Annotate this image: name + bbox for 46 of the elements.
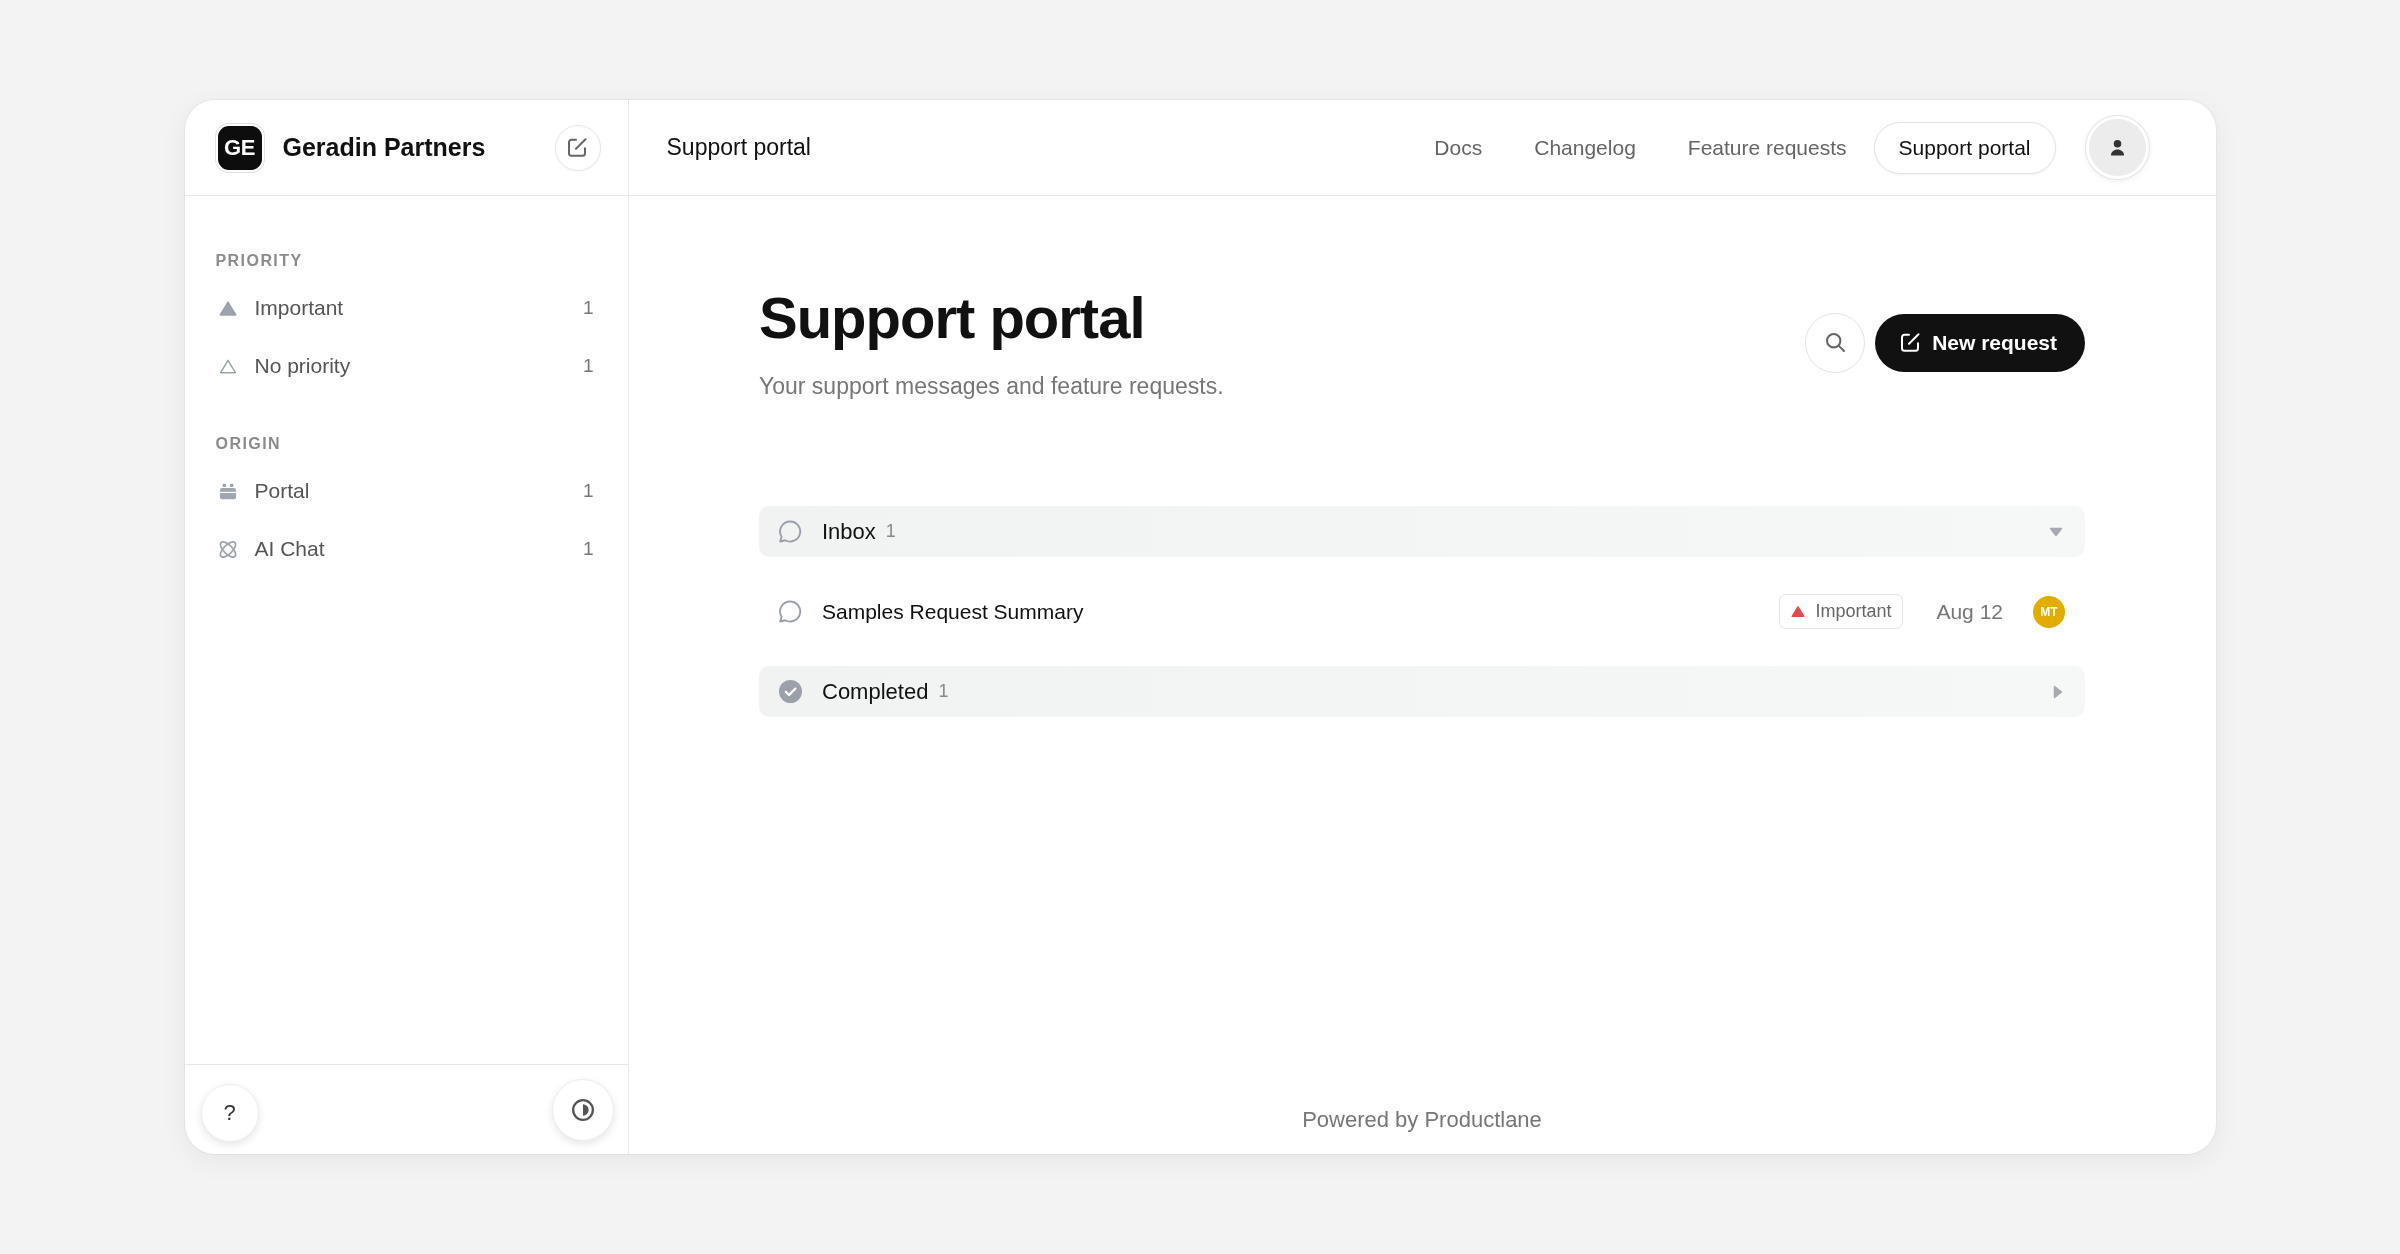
section-heading: PRIORITY (214, 251, 303, 271)
edit-icon (1901, 333, 1921, 352)
group-title: Completed (822, 678, 929, 705)
nav-tab[interactable]: Docs (1409, 121, 1508, 174)
request-title[interactable]: Samples Request Summary (822, 599, 1084, 624)
item-count: 1 (582, 480, 594, 502)
triangle-icon (218, 299, 237, 317)
search-icon (1825, 333, 1845, 352)
nav-tab[interactable]: Feature requests (1662, 121, 1872, 174)
item-count: 1 (582, 355, 594, 377)
group-header[interactable]: Completed 1 (759, 666, 2085, 717)
item-count: 1 (582, 297, 594, 319)
group-title: Inbox (822, 518, 876, 545)
sidebar-item[interactable]: Important 1 (206, 285, 606, 331)
workspace-logo: GE (217, 125, 262, 170)
page-title: Support portal (759, 284, 1145, 352)
powered-by-text: Powered by Productlane (1302, 1107, 1542, 1133)
nav-tab[interactable]: Changelog (1509, 121, 1661, 174)
sidebar-item[interactable]: No priority 1 (206, 343, 606, 389)
triangle-outline-icon (218, 357, 237, 375)
user-avatar-button[interactable] (2085, 116, 2149, 179)
group-count: 1 (885, 521, 896, 542)
chat-bubble-icon (779, 600, 802, 623)
atom-icon (218, 540, 237, 558)
check-circle-icon (779, 680, 802, 703)
edit-icon (568, 138, 587, 157)
assignee-avatar: MT (2033, 595, 2065, 628)
topbar-title: Support portal (666, 134, 811, 161)
request-date: Aug 12 (1936, 599, 2003, 624)
nav-tab[interactable]: Support portal (1873, 121, 2056, 174)
chat-bubble-icon (779, 520, 802, 543)
priority-label: Important (1815, 601, 1892, 622)
sidebar-item[interactable]: Portal 1 (206, 468, 606, 514)
item-count: 1 (582, 538, 594, 560)
group-header[interactable]: Inbox 1 (759, 506, 2085, 557)
person-icon (2109, 139, 2125, 156)
contrast-icon (571, 1098, 594, 1121)
help-button[interactable]: ? (200, 1083, 259, 1142)
box-icon (218, 482, 237, 500)
workspace-name: Geradin Partners (282, 133, 486, 162)
sidebar-item[interactable]: AI Chat 1 (206, 526, 606, 572)
page-subtitle: Your support messages and feature requests. (759, 372, 1224, 401)
group-count: 1 (938, 681, 949, 702)
new-request-button[interactable]: New request (1875, 313, 2085, 372)
section-heading: ORIGIN (214, 434, 282, 454)
triangle-icon (1791, 605, 1806, 618)
